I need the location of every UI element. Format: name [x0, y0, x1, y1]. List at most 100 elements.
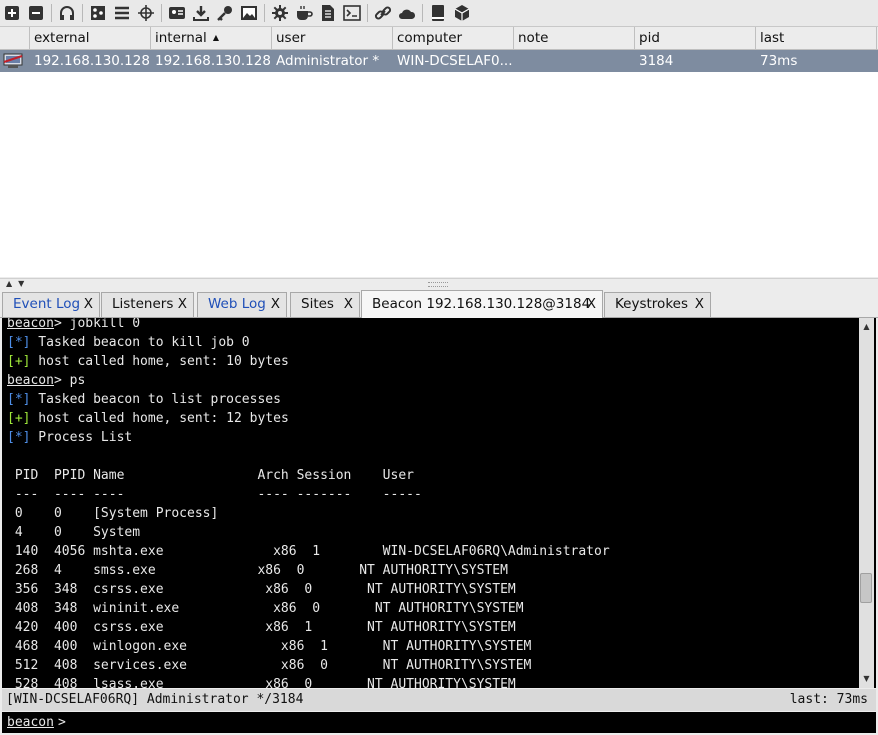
column-header-pid[interactable]: pid: [635, 27, 756, 49]
console-line: [+] host called home, sent: 10 bytes: [7, 352, 876, 371]
coffee-icon[interactable]: [294, 3, 314, 23]
beacon-host-icon: [0, 50, 30, 72]
console-line: [+] host called home, sent: 12 bytes: [7, 409, 876, 428]
status-bar: [WIN-DCSELAF06RQ] Administrator */3184 l…: [2, 689, 876, 711]
table-row[interactable]: 192.168.130.128 192.168.130.128 Administra…: [0, 50, 878, 72]
collapse-arrows-icon[interactable]: ▲▼: [6, 279, 30, 288]
command-input-bar: beacon >: [2, 712, 876, 733]
cloud-icon[interactable]: [397, 3, 417, 23]
document-icon[interactable]: [318, 3, 338, 23]
tab-label: Beacon 192.168.130.128@3184: [372, 296, 591, 312]
sessions-table: external internal ▲ user computer note pid last…: [0, 27, 878, 277]
command-input[interactable]: [66, 712, 866, 733]
console-icon[interactable]: [342, 3, 362, 23]
headphones-icon[interactable]: [57, 3, 77, 23]
console-line-text: > ps: [53, 373, 86, 388]
key-icon[interactable]: [215, 3, 235, 23]
console-line: 140 4056 mshta.exe x86 1 WIN-DCSELAF06RQ…: [7, 542, 876, 561]
cell-last: 73ms: [760, 53, 798, 69]
tab-sites[interactable]: Sites X: [290, 292, 360, 317]
console-line: [*] Process List: [7, 428, 876, 447]
column-header-label: internal: [155, 30, 207, 46]
cell-internal: 192.168.130.128: [155, 53, 271, 69]
cell-external: 192.168.130.128: [34, 53, 150, 69]
console-output: beacon> jobkill 0 [*] Tasked beacon to ki…: [2, 318, 876, 688]
console-line-text: 4 0 System: [7, 525, 141, 540]
gear-icon[interactable]: [270, 3, 290, 23]
column-header-label: note: [518, 30, 549, 46]
column-header-icon: [0, 27, 30, 49]
console-prompt: beacon: [7, 318, 54, 331]
scroll-up-icon[interactable]: ▲: [859, 320, 874, 334]
tab-close-icon[interactable]: X: [587, 291, 596, 317]
column-header-label: external: [34, 30, 90, 46]
console-line-text: 0 0 [System Process]: [7, 506, 219, 521]
cell-note: [514, 50, 635, 72]
credentials-icon[interactable]: [167, 3, 187, 23]
console-line: 356 348 csrss.exe x86 0 NT AUTHORITY\SYS…: [7, 580, 876, 599]
tab-event-log[interactable]: Event Log X: [2, 292, 100, 317]
console-line-text: Tasked beacon to kill job 0: [30, 335, 250, 350]
toolbar-separator: [422, 4, 423, 22]
console-line-text: Tasked beacon to list processes: [30, 392, 281, 407]
console-line-text: 408 348 wininit.exe x86 0 NT AUTHORITY\S…: [7, 601, 524, 616]
tab-close-icon[interactable]: X: [178, 293, 187, 315]
pivot-graph-icon[interactable]: [88, 3, 108, 23]
toolbar-separator: [161, 4, 162, 22]
cell-computer: WIN-DCSELAF0...: [397, 53, 513, 69]
console-line-text: 512 408 services.exe x86 0 NT AUTHORITY\…: [7, 658, 532, 673]
tab-close-icon[interactable]: X: [271, 293, 280, 315]
console-line: 0 0 [System Process]: [7, 504, 876, 523]
target-icon[interactable]: [136, 3, 156, 23]
column-header-external[interactable]: external: [30, 27, 151, 49]
book-icon[interactable]: [428, 3, 448, 23]
column-header-note[interactable]: note: [514, 27, 635, 49]
splitter-grip[interactable]: [428, 282, 448, 287]
list-icon[interactable]: [112, 3, 132, 23]
console-line: --- ---- ---- ---- ------- -----: [7, 485, 876, 504]
tab-beacon-192-168-130-128-3184[interactable]: Beacon 192.168.130.128@3184 X: [361, 290, 603, 318]
console-line: 420 400 csrss.exe x86 1 NT AUTHORITY\SYS…: [7, 618, 876, 637]
toolbar-separator: [367, 4, 368, 22]
console-line-text: host called home, sent: 12 bytes: [30, 411, 289, 426]
console-line: 512 408 services.exe x86 0 NT AUTHORITY\…: [7, 656, 876, 675]
column-header-last[interactable]: last: [756, 27, 877, 49]
column-header-label: last: [760, 30, 785, 46]
tab-close-icon[interactable]: X: [84, 293, 93, 315]
sort-ascending-icon: ▲: [212, 33, 219, 42]
tab-label: Keystrokes: [615, 296, 688, 312]
column-header-user[interactable]: user: [272, 27, 393, 49]
console-scrollbar[interactable]: ▲ ▼: [859, 318, 874, 688]
tab-label: Web Log: [208, 296, 266, 312]
tab-bar: Event Log X Listeners X Web Log X Sites X Beacon…: [0, 289, 878, 318]
tab-listeners[interactable]: Listeners X: [101, 292, 194, 317]
tab-keystrokes[interactable]: Keystrokes X: [604, 292, 711, 317]
image-icon[interactable]: [239, 3, 259, 23]
beacon-console[interactable]: beacon> jobkill 0 [*] Tasked beacon to ki…: [2, 318, 876, 688]
table-body: 192.168.130.128 192.168.130.128 Administra…: [0, 50, 878, 72]
column-header-internal[interactable]: internal ▲: [151, 27, 272, 49]
scroll-down-icon[interactable]: ▼: [859, 672, 874, 686]
console-line: [*] Tasked beacon to list processes: [7, 390, 876, 409]
console-line-text: host called home, sent: 10 bytes: [30, 354, 289, 369]
minus-icon[interactable]: [26, 3, 46, 23]
tab-close-icon[interactable]: X: [695, 293, 704, 315]
link-icon[interactable]: [373, 3, 393, 23]
console-line-text: 268 4 smss.exe x86 0 NT AUTHORITY\SYSTEM: [7, 563, 508, 578]
download-icon[interactable]: [191, 3, 211, 23]
column-header-label: user: [276, 30, 306, 46]
tab-web-log[interactable]: Web Log X: [197, 292, 287, 317]
tab-close-icon[interactable]: X: [344, 293, 353, 315]
package-icon[interactable]: [452, 3, 472, 23]
console-line: 268 4 smss.exe x86 0 NT AUTHORITY\SYSTEM: [7, 561, 876, 580]
column-header-label: pid: [639, 30, 660, 46]
console-prompt: beacon: [7, 373, 54, 388]
table-header: external internal ▲ user computer note pid last: [0, 27, 878, 50]
plus-icon[interactable]: [2, 3, 22, 23]
console-line: 408 348 wininit.exe x86 0 NT AUTHORITY\S…: [7, 599, 876, 618]
console-line: beacon> jobkill 0: [7, 318, 876, 333]
column-header-computer[interactable]: computer: [393, 27, 514, 49]
success-tag: [+]: [7, 354, 31, 369]
scroll-thumb[interactable]: [860, 573, 872, 603]
console-line-text: --- ---- ---- ---- ------- -----: [7, 487, 422, 502]
